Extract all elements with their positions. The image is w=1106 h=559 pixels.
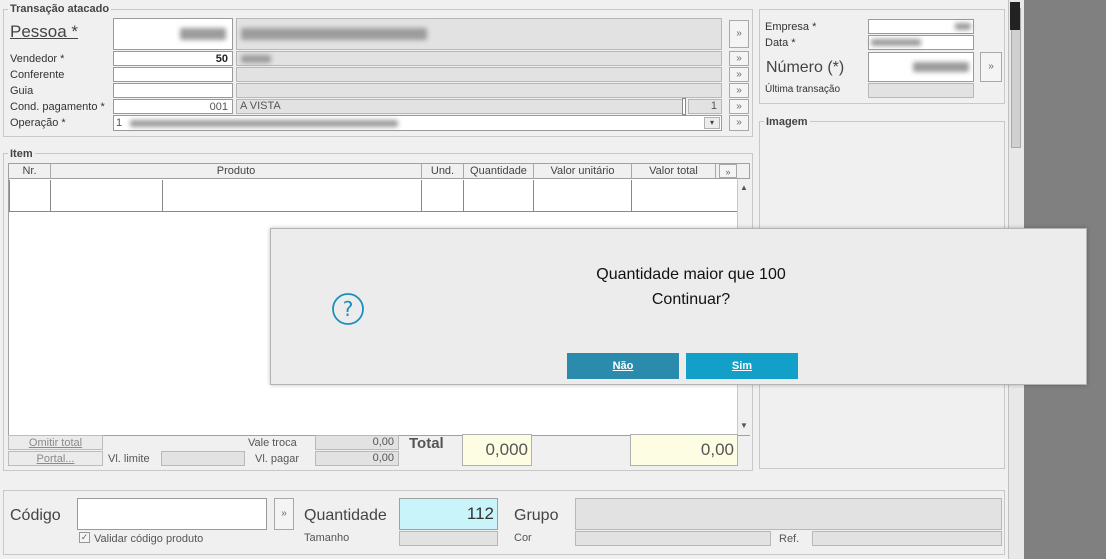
col-und-header[interactable]: Und. (422, 164, 464, 178)
guia-name-field (236, 83, 722, 98)
tamanho-field (399, 531, 498, 546)
ref-label: Ref. (779, 533, 800, 545)
empresa-field[interactable] (868, 19, 974, 34)
col-produto-header[interactable]: Produto (51, 164, 422, 178)
transacao-group-label: Transação atacado (8, 3, 112, 15)
confirm-dialog: ? Quantidade maior que 100 Continuar? Nã… (270, 228, 1087, 385)
scroll-down-icon[interactable]: ▼ (738, 419, 750, 433)
svg-text:?: ? (343, 297, 354, 321)
dialog-message-line2: Continuar? (651, 291, 731, 308)
total-quantidade-field: 0,000 (462, 434, 532, 466)
operacao-prefix: 1 (116, 117, 123, 129)
numero-label: Número (*) (766, 59, 845, 76)
imagem-group-label: Imagem (764, 116, 810, 128)
pessoa-code-field[interactable] (113, 18, 233, 50)
cond-pagamento-lookup-button[interactable]: » (729, 99, 749, 114)
vl-pagar-label: Vl. pagar (255, 453, 300, 465)
operacao-desc-blur (130, 120, 398, 127)
conferente-label: Conferente (10, 69, 65, 81)
pessoa-name-blur (241, 28, 427, 40)
guia-lookup-button[interactable]: » (729, 83, 749, 98)
grupo-label: Grupo (514, 507, 559, 524)
conferente-code-field[interactable] (113, 67, 233, 82)
col-nr-header[interactable]: Nr. (9, 164, 51, 178)
col-valor-total-header[interactable]: Valor total (632, 164, 716, 178)
codigo-lookup-button[interactable]: » (274, 498, 294, 530)
ultima-transacao-label: Última transação (765, 84, 841, 95)
dialog-message-line1: Quantidade maior que 100 (596, 266, 786, 283)
operacao-select[interactable]: 1 ▾ (113, 115, 722, 131)
ref-field (812, 531, 1002, 546)
scroll-up-icon[interactable]: ▲ (738, 181, 750, 195)
vale-troca-field: 0,00 (315, 435, 399, 450)
vendedor-name-blur (241, 55, 271, 63)
total-label: Total (409, 435, 444, 452)
pessoa-lookup-button[interactable]: » (729, 20, 749, 48)
no-button[interactable]: Não (567, 353, 679, 379)
guia-code-field[interactable] (113, 83, 233, 98)
vl-limite-field (161, 451, 245, 466)
empresa-value-blur (955, 23, 971, 30)
pessoa-name-field (236, 18, 722, 50)
question-icon: ? (331, 292, 365, 326)
tamanho-label: Tamanho (304, 532, 350, 544)
left-dark-strip (1010, 2, 1020, 30)
codigo-input[interactable] (77, 498, 267, 530)
grupo-field (575, 498, 1002, 530)
vendedor-lookup-button[interactable]: » (729, 51, 749, 66)
cond-pagamento-code-field[interactable]: 001 (113, 99, 233, 114)
conferente-name-field (236, 67, 722, 82)
vl-pagar-field: 0,00 (315, 451, 399, 466)
pessoa-label: Pessoa * (10, 22, 79, 41)
vendedor-name-field (236, 51, 722, 66)
validar-checkbox[interactable]: ✓ (79, 532, 90, 543)
row-cell-nr[interactable] (9, 180, 51, 212)
yes-button[interactable]: Sim (686, 353, 798, 379)
row-cell-produto-code[interactable] (51, 180, 163, 212)
col-quantidade-header[interactable]: Quantidade (464, 164, 534, 178)
quantidade-label: Quantidade (304, 507, 387, 524)
vale-troca-label: Vale troca (248, 437, 297, 449)
cor-label: Cor (514, 532, 532, 544)
table-row[interactable] (9, 180, 738, 212)
omitir-total-button[interactable]: Omitir total (8, 435, 103, 450)
cond-pagamento-parcelas-field: 1 (688, 99, 722, 114)
row-cell-produto-desc[interactable] (163, 180, 422, 212)
row-cell-und[interactable] (422, 180, 464, 212)
cond-pagamento-label: Cond. pagamento * (10, 101, 105, 113)
guia-label: Guia (10, 85, 34, 97)
operacao-dropdown-arrow[interactable]: ▾ (704, 117, 720, 129)
conferente-lookup-button[interactable]: » (729, 67, 749, 82)
item-group-label: Item (8, 148, 35, 160)
cor-field (575, 531, 771, 546)
validar-label[interactable]: Validar código produto (94, 532, 203, 546)
portal-button[interactable]: Portal... (8, 451, 103, 466)
row-cell-quantidade[interactable] (464, 180, 534, 212)
row-cell-valor-total[interactable] (632, 180, 738, 212)
total-valor-field: 0,00 (630, 434, 738, 466)
operacao-lookup-button[interactable]: » (729, 115, 749, 131)
cond-pagamento-desc-field: A VISTA (236, 99, 684, 114)
grid-options-button[interactable]: » (719, 164, 737, 178)
operacao-label: Operação * (10, 117, 66, 129)
data-label: Data * (765, 37, 796, 49)
ultima-transacao-field (868, 83, 974, 98)
vendedor-label: Vendedor * (10, 53, 65, 65)
numero-lookup-button[interactable]: » (980, 52, 1002, 82)
vendedor-code-field[interactable]: 50 (113, 51, 233, 66)
numero-field[interactable] (868, 52, 974, 82)
empresa-label: Empresa * (765, 21, 817, 33)
data-field[interactable] (868, 35, 974, 50)
row-cell-valor-unitario[interactable] (534, 180, 632, 212)
codigo-label: Código (10, 507, 61, 524)
pessoa-code-blur (180, 28, 226, 40)
cond-pagamento-splitter[interactable] (682, 98, 686, 115)
numero-value-blur (913, 62, 969, 72)
data-value-blur (871, 39, 921, 46)
item-grid-header: Nr. Produto Und. Quantidade Valor unitár… (9, 164, 749, 179)
col-valor-unitario-header[interactable]: Valor unitário (534, 164, 632, 178)
quantidade-input[interactable]: 112 (399, 498, 498, 530)
vl-limite-label: Vl. limite (108, 453, 150, 465)
